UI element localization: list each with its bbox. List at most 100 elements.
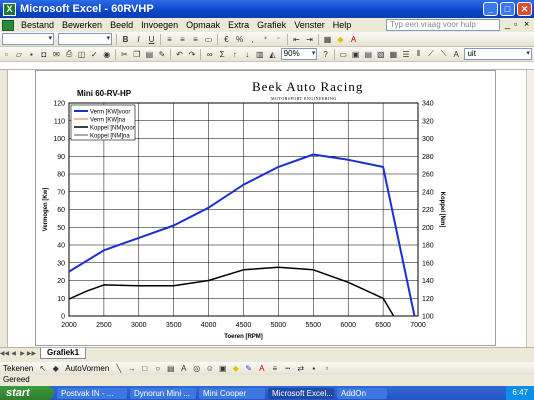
by-column-icon[interactable]: ⫴ xyxy=(413,49,424,60)
wordart-icon[interactable]: A xyxy=(178,363,189,374)
angle-up-icon[interactable]: ⟍ xyxy=(438,49,449,60)
menu-venster[interactable]: Venster xyxy=(290,20,329,30)
italic-icon[interactable]: I xyxy=(133,34,144,45)
align-right-icon[interactable]: ≡ xyxy=(190,34,201,45)
chart-type-icon[interactable]: ▤ xyxy=(363,49,374,60)
by-row-icon[interactable]: ☰ xyxy=(401,49,412,60)
chart-wizard-icon[interactable]: ▥ xyxy=(255,49,266,60)
doc-restore-icon[interactable]: ▫ xyxy=(514,19,517,29)
legend-icon[interactable]: ▧ xyxy=(376,49,387,60)
doc-close-icon[interactable]: × xyxy=(524,19,529,29)
font-color-draw-icon[interactable]: A xyxy=(256,363,267,374)
print-icon[interactable]: ⎙ xyxy=(64,49,75,60)
tab-grafiek1[interactable]: Grafiek1 xyxy=(40,348,87,359)
merge-center-icon[interactable]: ▭ xyxy=(203,34,214,45)
arrow-icon[interactable]: → xyxy=(126,363,137,374)
menu-invoegen[interactable]: Invoegen xyxy=(137,20,182,30)
sort-ascending-icon[interactable]: ↑ xyxy=(229,49,240,60)
doc-minimize-icon[interactable]: _ xyxy=(505,19,510,29)
spelling-icon[interactable]: ✓ xyxy=(89,49,100,60)
underline-icon[interactable]: U xyxy=(146,34,157,45)
format-painter-icon[interactable]: ✎ xyxy=(157,49,168,60)
menu-opmaak[interactable]: Opmaak xyxy=(182,20,224,30)
font-name-select[interactable] xyxy=(2,33,54,45)
autosum-icon[interactable]: Σ xyxy=(217,49,228,60)
3d-icon[interactable]: ▫ xyxy=(321,363,332,374)
task-mini-cooper[interactable]: Mini Cooper xyxy=(199,387,265,399)
open-icon[interactable]: ▱ xyxy=(14,49,25,60)
task-dynorun[interactable]: Dynorun Mini ... xyxy=(130,387,196,399)
textbox-icon[interactable]: ▤ xyxy=(165,363,176,374)
decrease-decimal-icon[interactable]: ⁻ xyxy=(273,34,284,45)
borders-icon[interactable]: ▦ xyxy=(322,34,333,45)
next-sheet-icon[interactable]: ▶ xyxy=(18,349,27,359)
sort-descending-icon[interactable]: ↓ xyxy=(242,49,253,60)
shadow-icon[interactable]: ▪ xyxy=(308,363,319,374)
picture-icon[interactable]: ▣ xyxy=(217,363,228,374)
minimize-button[interactable]: _ xyxy=(483,2,498,16)
menu-grafiek[interactable]: Grafiek xyxy=(253,20,290,30)
task-addon[interactable]: AddOn xyxy=(337,387,387,399)
save-icon[interactable]: ▪ xyxy=(26,49,37,60)
menu-help[interactable]: Help xyxy=(329,20,356,30)
permission-icon[interactable]: ◘ xyxy=(39,49,50,60)
tekenen-menu[interactable]: Tekenen xyxy=(0,364,36,373)
copy-icon[interactable]: ❐ xyxy=(132,49,143,60)
start-button[interactable]: start xyxy=(0,386,54,400)
currency-icon[interactable]: € xyxy=(221,34,232,45)
task-excel[interactable]: Microsoft Excel... xyxy=(268,387,334,399)
clipart-icon[interactable]: ☺ xyxy=(204,363,215,374)
format-object-icon[interactable]: ▣ xyxy=(350,49,361,60)
workbook-icon[interactable] xyxy=(2,19,14,31)
paste-icon[interactable]: ▤ xyxy=(144,49,155,60)
dash-style-icon[interactable]: ┅ xyxy=(282,363,293,374)
email-icon[interactable]: ✉ xyxy=(51,49,62,60)
fill-color-icon[interactable]: ◆ xyxy=(335,34,346,45)
prev-sheet-icon[interactable]: ◀ xyxy=(9,349,18,359)
autovormen-menu[interactable]: AutoVormen xyxy=(62,364,112,373)
line-color-icon[interactable]: ✎ xyxy=(243,363,254,374)
undo-icon[interactable]: ↶ xyxy=(174,49,185,60)
arrow-style-icon[interactable]: ⇄ xyxy=(295,363,306,374)
drawing-icon[interactable]: ◭ xyxy=(267,49,278,60)
increase-decimal-icon[interactable]: ⁺ xyxy=(260,34,271,45)
font-color-icon[interactable]: A xyxy=(348,34,359,45)
percent-icon[interactable]: % xyxy=(234,34,245,45)
vertical-scrollbar[interactable] xyxy=(526,70,534,347)
align-center-icon[interactable]: ≡ xyxy=(177,34,188,45)
line-style-icon[interactable]: ≡ xyxy=(269,363,280,374)
cut-icon[interactable]: ✂ xyxy=(119,49,130,60)
menu-extra[interactable]: Extra xyxy=(224,20,253,30)
close-button[interactable]: ✕ xyxy=(517,2,532,16)
zoom-select[interactable]: 90% xyxy=(280,48,318,60)
bold-icon[interactable]: B xyxy=(120,34,131,45)
increase-indent-icon[interactable]: ⇥ xyxy=(304,34,315,45)
new-icon[interactable]: ▫ xyxy=(1,49,12,60)
task-outlook[interactable]: Postvak IN - ... xyxy=(57,387,127,399)
help-search-input[interactable]: Typ een vraag voor hulp xyxy=(386,19,500,31)
hyperlink-icon[interactable]: ∞ xyxy=(204,49,215,60)
align-left-icon[interactable]: ≡ xyxy=(164,34,175,45)
data-table-icon[interactable]: ▦ xyxy=(388,49,399,60)
formula-bar[interactable] xyxy=(0,62,534,70)
angle-down-icon[interactable]: ⟋ xyxy=(426,49,437,60)
first-sheet-icon[interactable]: ◀◀ xyxy=(0,349,9,359)
oval-icon[interactable]: ○ xyxy=(152,363,163,374)
font-icon[interactable]: A xyxy=(451,49,462,60)
autoshapes-icon[interactable]: ◆ xyxy=(50,363,61,374)
font-size-select[interactable] xyxy=(58,33,112,45)
chart-page[interactable]: Beek Auto Racing MOTORSPORT ENGINEERING … xyxy=(35,70,496,346)
select-objects-icon[interactable]: ↖ xyxy=(37,363,48,374)
last-sheet-icon[interactable]: ▶▶ xyxy=(27,349,36,359)
rectangle-icon[interactable]: □ xyxy=(139,363,150,374)
menu-bewerken[interactable]: Bewerken xyxy=(58,20,106,30)
dyno-chart[interactable]: 2000 2500 3000 3500 4000 4500 5000 5500 6000 6500… xyxy=(36,71,495,345)
menu-beeld[interactable]: Beeld xyxy=(106,20,137,30)
help-icon[interactable]: ? xyxy=(320,49,331,60)
diagram-icon[interactable]: ◎ xyxy=(191,363,202,374)
line-icon[interactable]: ╲ xyxy=(113,363,124,374)
chart-object-select[interactable]: uit xyxy=(464,48,532,60)
redo-icon[interactable]: ↷ xyxy=(187,49,198,60)
fill-color-draw-icon[interactable]: ◆ xyxy=(230,363,241,374)
decrease-indent-icon[interactable]: ⇤ xyxy=(291,34,302,45)
